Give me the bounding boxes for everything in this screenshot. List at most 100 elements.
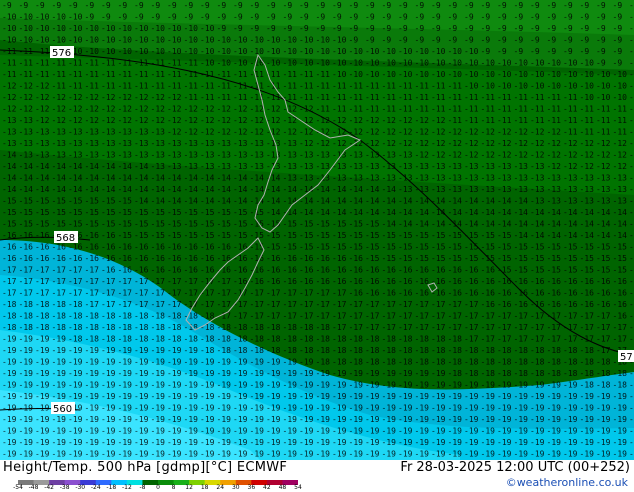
temperature-value: -9 — [151, 13, 161, 22]
temperature-value: -17 — [283, 300, 298, 309]
temperature-value: -13 — [68, 151, 83, 160]
temperature-value: -13 — [68, 128, 83, 137]
temperature-value: -19 — [19, 381, 34, 390]
temperature-value: -9 — [497, 36, 507, 45]
temperature-value: -16 — [365, 289, 380, 298]
temperature-value: -19 — [514, 415, 529, 424]
temperature-value: -19 — [530, 415, 545, 424]
temperature-value: -17 — [365, 323, 380, 332]
temperature-value: -12 — [167, 93, 182, 102]
temperature-value: -12 — [283, 116, 298, 125]
temperature-value: -11 — [547, 116, 562, 125]
temperature-value: -14 — [497, 208, 512, 217]
temperature-value: -17 — [101, 277, 116, 286]
temperature-value: -9 — [530, 13, 540, 22]
temperature-value: -12 — [217, 105, 232, 114]
temperature-value: -12 — [580, 151, 595, 160]
temperature-value: -18 — [35, 323, 50, 332]
temperature-value: -19 — [52, 415, 67, 424]
temperature-value: -16 — [596, 300, 611, 309]
temperature-value: -13 — [134, 151, 149, 160]
temperature-value: -17 — [448, 312, 463, 321]
temperature-value: -10 — [596, 70, 611, 79]
temperature-value: -9 — [398, 1, 408, 10]
temperature-value: -16 — [151, 254, 166, 263]
temperature-value: -17 — [134, 277, 149, 286]
temperature-value: -11 — [497, 93, 512, 102]
temperature-value: -10 — [349, 70, 364, 79]
temperature-value: -18 — [299, 335, 314, 344]
temperature-value: -19 — [233, 427, 248, 436]
temperature-value: -16 — [233, 254, 248, 263]
temperature-value: -16 — [613, 277, 628, 286]
temperature-value: -9 — [233, 13, 243, 22]
temperature-value: -13 — [266, 139, 281, 148]
temperature-value: -10 — [580, 82, 595, 91]
temperature-value: -12 — [398, 128, 413, 137]
temperature-value: -13 — [151, 128, 166, 137]
temperature-value: -12 — [19, 93, 34, 102]
temperature-value: -10 — [233, 59, 248, 68]
temperature-value: -13 — [629, 174, 634, 183]
temperature-value: -19 — [514, 427, 529, 436]
temperature-value: -17 — [19, 266, 34, 275]
temperature-value: -17 — [613, 323, 628, 332]
temperature-value: -9 — [283, 24, 293, 33]
temperature-value: -10 — [547, 59, 562, 68]
temperature-value: -10 — [332, 47, 347, 56]
temperature-value: -11 — [415, 93, 430, 102]
temperature-value: -12 — [613, 162, 628, 171]
temperature-value: -10 — [118, 47, 133, 56]
temperature-value: -18 — [316, 346, 331, 355]
temperature-value: -15 — [167, 231, 182, 240]
temperature-value: -11 — [19, 70, 34, 79]
temperature-value: -11 — [431, 105, 446, 114]
temperature-value: -16 — [332, 254, 347, 263]
temperature-value: -13 — [464, 174, 479, 183]
temperature-value: -19 — [2, 346, 17, 355]
temperature-value: -18 — [167, 323, 182, 332]
weather-map: -9 -9 -9 -9 -9 -9 -9 -9 -9 -9 -9 -9 -9 -9 -9 -9 -9 -9 -9 -9… — [0, 0, 634, 460]
temperature-value: -19 — [118, 438, 133, 447]
temperature-value: -13 — [35, 139, 50, 148]
temperature-value: -19 — [118, 346, 133, 355]
temperature-value: -13 — [382, 174, 397, 183]
temperature-value: -11 — [629, 116, 634, 125]
temperature-value: -12 — [200, 128, 215, 137]
temperature-value: -12 — [382, 116, 397, 125]
temperature-value: -19 — [596, 427, 611, 436]
temperature-value: -15 — [68, 220, 83, 229]
temperature-value: -9 — [382, 36, 392, 45]
temperature-value: -19 — [332, 450, 347, 459]
temperature-value: -15 — [464, 243, 479, 252]
temperature-value: -19 — [514, 381, 529, 390]
temperature-value: -18 — [233, 323, 248, 332]
temperature-value: -19 — [563, 427, 578, 436]
temperature-value: -16 — [85, 243, 100, 252]
temperature-value: -11 — [101, 59, 116, 68]
temperature-value: -13 — [19, 151, 34, 160]
temperature-value: -15 — [415, 243, 430, 252]
temperature-value: -11 — [547, 93, 562, 102]
temperature-value: -11 — [365, 93, 380, 102]
temperature-value: -13 — [448, 185, 463, 194]
temperature-value: -11 — [118, 70, 133, 79]
temperature-value: -12 — [151, 116, 166, 125]
temperature-value: -15 — [481, 231, 496, 240]
temperature-value: -17 — [349, 323, 364, 332]
temperature-value: -11 — [167, 59, 182, 68]
temperature-value: -10 — [365, 47, 380, 56]
temperature-value: -19 — [382, 450, 397, 459]
temperature-value: -9 — [217, 13, 227, 22]
temperature-value: -15 — [563, 243, 578, 252]
valid-time: Fr 28-03-2025 12:00 UTC (00+252) — [400, 460, 630, 475]
temperature-value: -14 — [68, 185, 83, 194]
temperature-value: -19 — [233, 381, 248, 390]
temperature-value: -14 — [134, 197, 149, 206]
temperature-value: -11 — [481, 105, 496, 114]
temperature-value: -19 — [365, 369, 380, 378]
credit-link[interactable]: ©weatheronline.co.uk — [506, 476, 628, 489]
temperature-value: -9 — [530, 36, 540, 45]
temperature-value: -13 — [514, 185, 529, 194]
temperature-value: -11 — [167, 70, 182, 79]
